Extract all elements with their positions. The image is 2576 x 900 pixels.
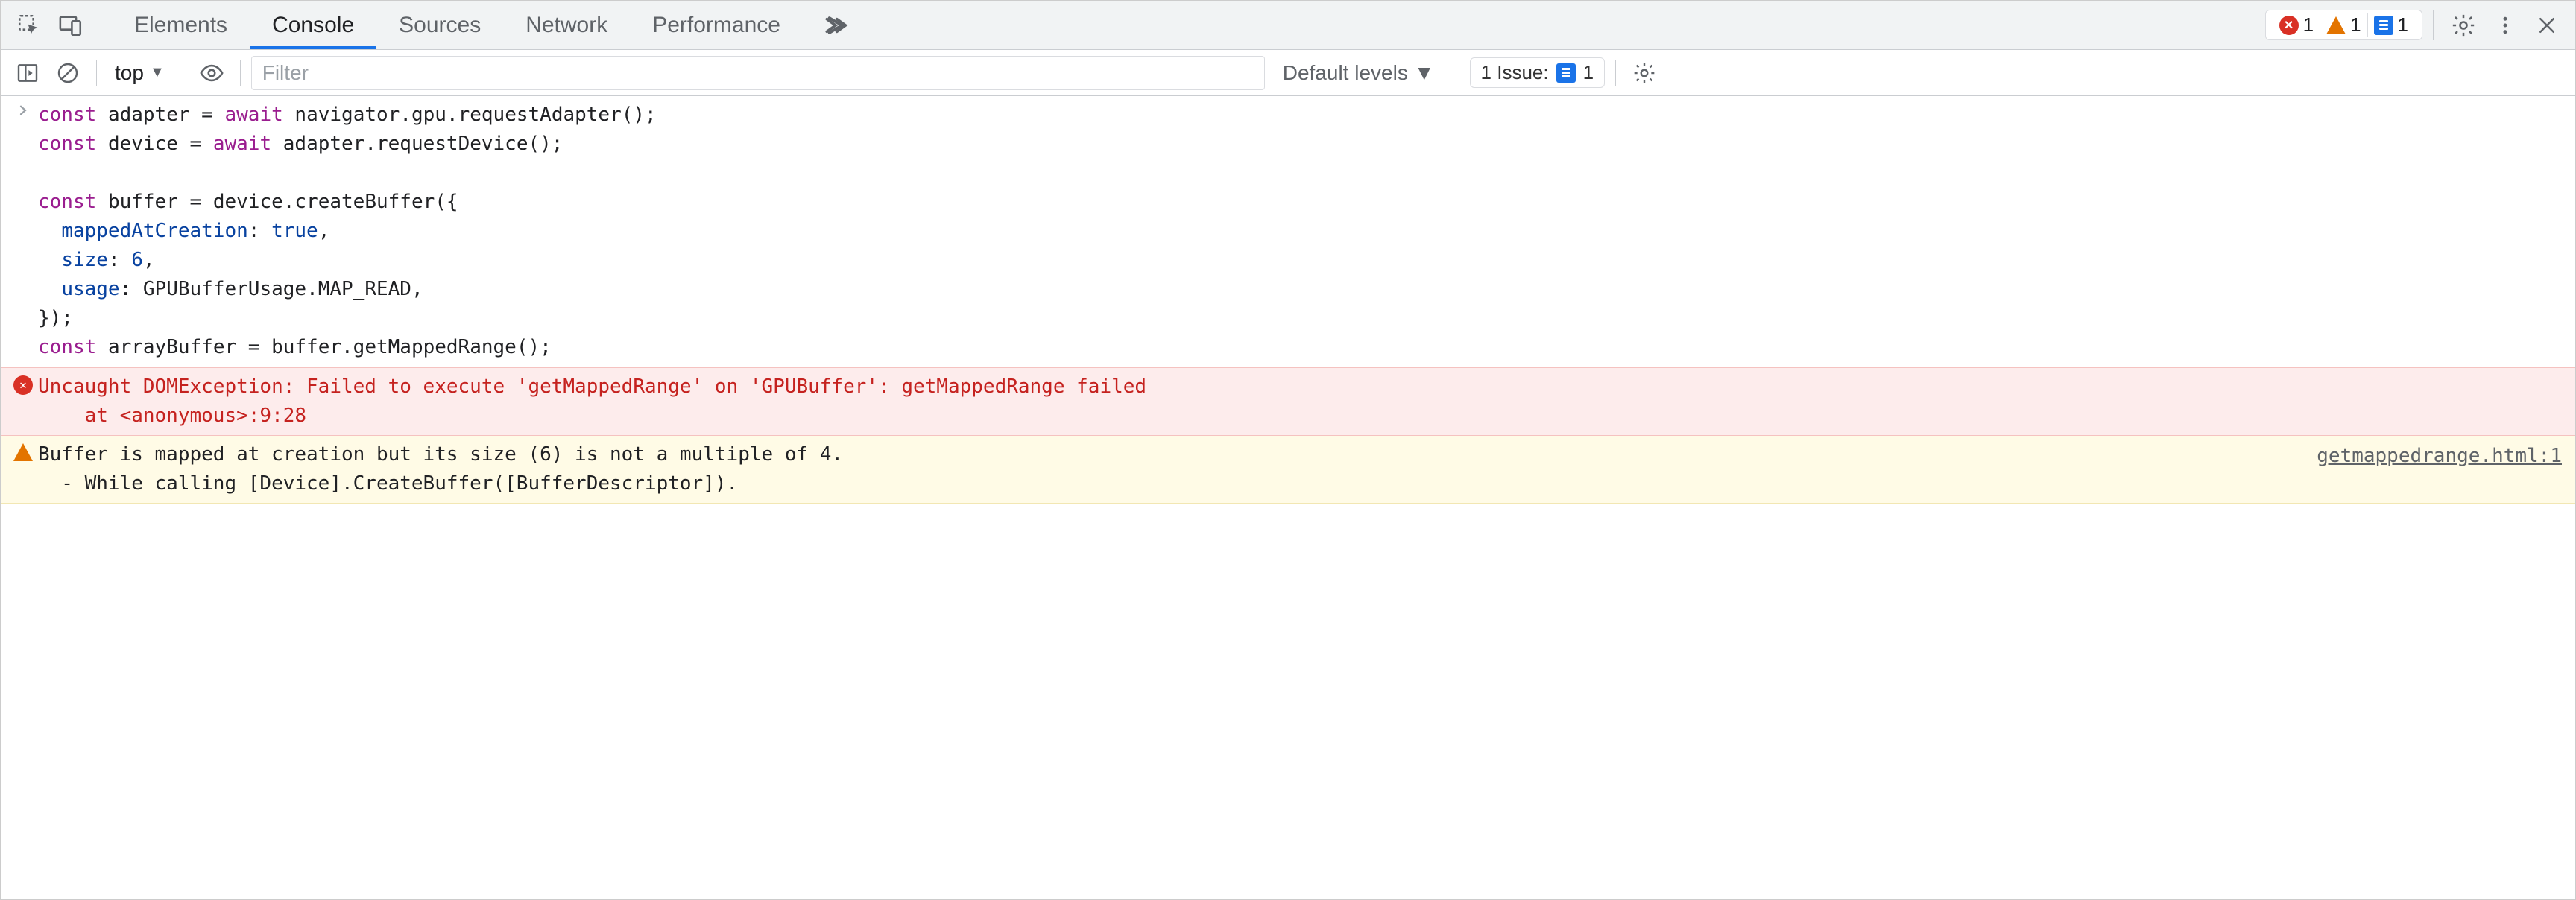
tab-console[interactable]: Console <box>250 1 376 49</box>
issues-button[interactable]: 1 Issue: 1 <box>1470 57 1606 88</box>
input-prompt-icon <box>8 101 38 117</box>
more-options-icon[interactable] <box>2486 6 2525 45</box>
tab-performance[interactable]: Performance <box>630 1 803 49</box>
filter-placeholder: Filter <box>262 61 309 85</box>
issues-label: 1 Issue: <box>1481 61 1549 84</box>
log-levels-selector[interactable]: Default levels ▼ <box>1269 61 1448 85</box>
warning-count: 1 <box>2350 13 2361 37</box>
panel-tabs: Elements Console Sources Network Perform… <box>112 1 868 49</box>
execution-context-label: top <box>115 61 144 85</box>
console-error-entry[interactable]: Uncaught DOMException: Failed to execute… <box>1 367 2575 436</box>
filter-input[interactable]: Filter <box>251 56 1265 90</box>
tab-network[interactable]: Network <box>503 1 630 49</box>
error-icon <box>2279 16 2299 35</box>
console-settings-icon[interactable] <box>1626 55 1662 91</box>
close-icon[interactable] <box>2528 6 2566 45</box>
issues-count: 1 <box>1583 61 1594 84</box>
devtools-window: Elements Console Sources Network Perform… <box>0 0 2576 900</box>
error-message: Uncaught DOMException: Failed to execute… <box>38 373 2563 431</box>
console-toolbar: top ▼ Filter Default levels ▼ 1 Issue: 1 <box>1 50 2575 96</box>
main-tabbar: Elements Console Sources Network Perform… <box>1 1 2575 50</box>
toggle-sidebar-icon[interactable] <box>10 55 45 91</box>
warning-icon <box>2326 16 2346 34</box>
console-warning-entry[interactable]: Buffer is mapped at creation but its siz… <box>1 436 2575 504</box>
log-levels-label: Default levels <box>1283 61 1408 85</box>
info-count-badge[interactable]: 1 <box>2367 13 2414 37</box>
warning-count-badge[interactable]: 1 <box>2320 13 2367 37</box>
warning-icon <box>8 440 38 461</box>
console-body: const adapter = await navigator.gpu.requ… <box>1 96 2575 899</box>
error-count: 1 <box>2303 13 2314 37</box>
live-expressions-icon[interactable] <box>194 55 230 91</box>
divider <box>240 60 241 86</box>
clear-console-icon[interactable] <box>50 55 86 91</box>
tabs-overflow-icon[interactable] <box>803 1 868 49</box>
settings-icon[interactable] <box>2444 6 2483 45</box>
message-counts[interactable]: 1 1 1 <box>2265 10 2422 40</box>
dropdown-triangle-icon: ▼ <box>1414 61 1435 85</box>
error-icon <box>8 373 38 395</box>
warning-message: Buffer is mapped at creation but its siz… <box>38 440 2563 498</box>
info-icon <box>2374 16 2393 35</box>
dropdown-triangle-icon: ▼ <box>150 64 165 81</box>
execution-context-selector[interactable]: top ▼ <box>107 61 172 85</box>
source-link[interactable]: getmappedrange.html:1 <box>2317 442 2562 471</box>
toggle-device-toolbar-icon[interactable] <box>51 6 90 45</box>
divider <box>96 60 97 86</box>
divider <box>1615 60 1616 86</box>
error-count-badge[interactable]: 1 <box>2273 13 2320 37</box>
tab-sources[interactable]: Sources <box>376 1 503 49</box>
console-input-code: const adapter = await navigator.gpu.requ… <box>38 101 2563 362</box>
info-count: 1 <box>2398 13 2408 37</box>
divider <box>2433 10 2434 40</box>
console-input-entry[interactable]: const adapter = await navigator.gpu.requ… <box>1 96 2575 367</box>
info-icon <box>1556 63 1576 83</box>
inspect-element-icon[interactable] <box>10 6 48 45</box>
tab-elements[interactable]: Elements <box>112 1 250 49</box>
